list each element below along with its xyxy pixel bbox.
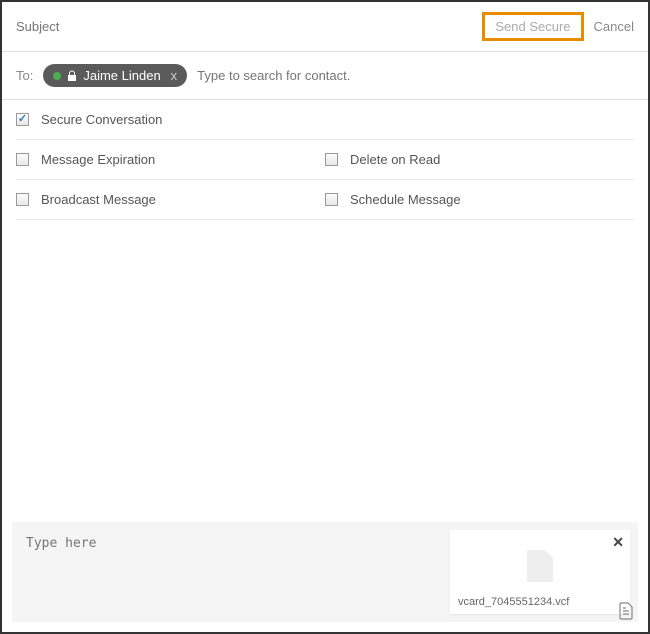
option-cell: Secure Conversation <box>16 112 325 127</box>
option-cell: Delete on Read <box>325 152 634 167</box>
option-row: Secure Conversation <box>16 100 634 140</box>
contact-name: Jaime Linden <box>83 68 160 83</box>
schedule-message-label: Schedule Message <box>350 192 461 207</box>
broadcast-message-label: Broadcast Message <box>41 192 156 207</box>
broadcast-message-checkbox[interactable] <box>16 193 29 206</box>
remove-contact-button[interactable]: x <box>171 68 178 83</box>
attachment-filename: vcard_7045551234.vcf <box>458 596 622 608</box>
cancel-button[interactable]: Cancel <box>594 19 634 34</box>
subject-input[interactable] <box>16 19 216 34</box>
delete-on-read-checkbox[interactable] <box>325 153 338 166</box>
message-expiration-checkbox[interactable] <box>16 153 29 166</box>
schedule-message-checkbox[interactable] <box>325 193 338 206</box>
secure-conversation-label: Secure Conversation <box>41 112 162 127</box>
send-secure-button[interactable]: Send Secure <box>482 12 583 41</box>
status-dot-icon <box>53 72 61 80</box>
to-label: To: <box>16 68 33 83</box>
delete-on-read-label: Delete on Read <box>350 152 440 167</box>
message-expiration-label: Message Expiration <box>41 152 155 167</box>
option-cell: Schedule Message <box>325 192 634 207</box>
compose-area: ✕ vcard_7045551234.vcf <box>12 522 638 622</box>
option-cell: Message Expiration <box>16 152 325 167</box>
attachment-card[interactable]: ✕ vcard_7045551234.vcf <box>450 530 630 614</box>
header-bar: Send Secure Cancel <box>2 2 648 52</box>
option-row: Message Expiration Delete on Read <box>16 140 634 180</box>
option-row: Broadcast Message Schedule Message <box>16 180 634 220</box>
options-area: Secure Conversation Message Expiration D… <box>2 100 648 220</box>
file-icon <box>527 550 553 582</box>
secure-conversation-checkbox[interactable] <box>16 113 29 126</box>
option-cell: Broadcast Message <box>16 192 325 207</box>
file-icon-area <box>458 536 622 596</box>
to-row: To: Jaime Linden x <box>2 52 648 100</box>
header-actions: Send Secure Cancel <box>482 12 634 41</box>
message-input[interactable] <box>12 522 450 622</box>
contact-search-input[interactable] <box>197 68 634 83</box>
close-icon[interactable]: ✕ <box>612 534 624 551</box>
contact-pill[interactable]: Jaime Linden x <box>43 64 187 87</box>
lock-icon <box>67 70 77 82</box>
attach-file-icon[interactable] <box>618 602 634 620</box>
